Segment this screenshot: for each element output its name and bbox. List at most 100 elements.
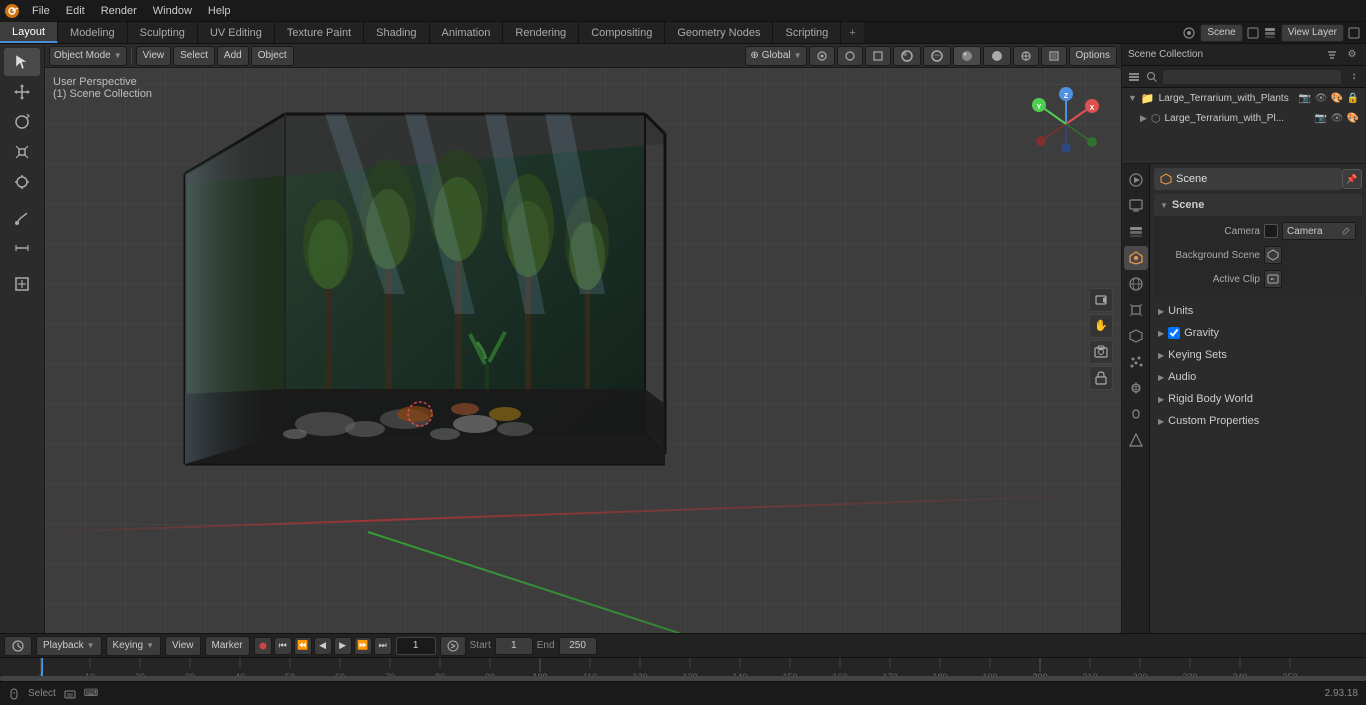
play-btn[interactable]: ▶ (334, 637, 352, 655)
prop-tab-world[interactable] (1124, 272, 1148, 296)
outliner-search-dropdown[interactable] (1126, 69, 1142, 85)
tool-move[interactable] (4, 78, 40, 106)
tool-rotate[interactable] (4, 108, 40, 136)
prop-tab-constraints[interactable] (1124, 402, 1148, 426)
outliner-item-0[interactable]: ▼ 📁 Large_Terrarium_with_Plants 📷 👁 🎨 🔒 (1122, 88, 1366, 108)
prop-tab-render[interactable] (1124, 168, 1148, 192)
frame-type-btn[interactable] (4, 636, 32, 656)
tab-sculpting[interactable]: Sculpting (128, 22, 198, 43)
jump-end-btn[interactable]: ⏭ (374, 637, 392, 655)
outliner-item-1[interactable]: ▶ ⬡ Large_Terrarium_with_Pl... 📷 👁 🎨 (1134, 108, 1366, 128)
prop-tab-modifier[interactable] (1124, 324, 1148, 348)
prop-tab-physics[interactable] (1124, 376, 1148, 400)
outliner-filter-icon[interactable] (1324, 47, 1340, 63)
view-layer-selector[interactable]: View Layer (1281, 24, 1344, 42)
tool-cursor[interactable] (4, 48, 40, 76)
timeline-scrollbar[interactable] (0, 676, 1366, 681)
camera-value[interactable]: Camera (1282, 222, 1356, 240)
tab-geometry-nodes[interactable]: Geometry Nodes (665, 22, 773, 43)
camera-action[interactable]: 📷 (1298, 93, 1312, 104)
scene-section-header[interactable]: ▼ Scene (1154, 194, 1362, 216)
lock-icon[interactable] (1089, 366, 1113, 390)
shading-eevee-btn[interactable] (983, 46, 1011, 66)
timeline-scrollbar-thumb[interactable] (0, 676, 1366, 681)
gravity-checkbox[interactable] (1168, 327, 1180, 339)
playback-btn[interactable]: Playback ▼ (36, 636, 102, 656)
outliner-settings-icon[interactable]: ⚙ (1344, 47, 1360, 63)
camera-action-2[interactable]: 📷 (1314, 113, 1328, 124)
viewport-view-btn[interactable]: View (136, 46, 172, 66)
hide-action[interactable]: 👁 (1314, 93, 1328, 104)
tool-add[interactable] (4, 270, 40, 298)
overlay-toggle[interactable] (1013, 46, 1039, 66)
timeline-ruler[interactable]: 1 10 20 30 40 50 60 70 80 90 100 110 (0, 657, 1366, 681)
menu-edit[interactable]: Edit (58, 0, 93, 21)
tab-shading[interactable]: Shading (364, 22, 429, 43)
camera-icon[interactable] (1089, 340, 1113, 364)
record-btn[interactable] (254, 637, 272, 655)
rigid-body-section[interactable]: ▶ Rigid Body World (1154, 388, 1362, 410)
render-action-2[interactable]: 🎨 (1346, 113, 1360, 124)
step-back-btn[interactable]: ⏪ (294, 637, 312, 655)
active-clip-icon-btn[interactable] (1264, 270, 1282, 288)
snap-btn[interactable] (809, 46, 835, 66)
camera-view-icon[interactable] (1089, 288, 1113, 312)
outliner-search-input[interactable] (1162, 69, 1342, 85)
transform-global-select[interactable]: ⊕ Global ▼ (745, 46, 806, 66)
hand-pan-icon[interactable]: ✋ (1089, 314, 1113, 338)
tab-scripting[interactable]: Scripting (773, 22, 841, 43)
units-section[interactable]: ▶ Units (1154, 300, 1362, 322)
viewport-select-btn[interactable]: Select (173, 46, 215, 66)
tool-scale[interactable] (4, 138, 40, 166)
navigation-gizmo[interactable]: Z X Y (1026, 84, 1106, 164)
prop-tab-particles[interactable] (1124, 350, 1148, 374)
viewport-object-btn[interactable]: Object (251, 46, 294, 66)
step-fwd-btn[interactable]: ⏩ (354, 637, 372, 655)
jump-start-btn[interactable]: ⏮ (274, 637, 292, 655)
render-action[interactable]: 🎨 (1330, 93, 1344, 104)
options-btn[interactable]: Options (1069, 46, 1117, 66)
scene-selector[interactable]: Scene (1200, 24, 1242, 42)
start-value[interactable]: 1 (495, 637, 533, 655)
tab-texture-paint[interactable]: Texture Paint (275, 22, 364, 43)
prop-tab-viewlayer[interactable] (1124, 220, 1148, 244)
audio-section[interactable]: ▶ Audio (1154, 366, 1362, 388)
prop-tab-output[interactable] (1124, 194, 1148, 218)
prop-tab-object[interactable] (1124, 298, 1148, 322)
bg-scene-icon-btn[interactable] (1264, 246, 1282, 264)
tool-transform[interactable] (4, 168, 40, 196)
proportional-edit-btn[interactable] (837, 46, 863, 66)
properties-options-btn[interactable]: 📌 (1342, 169, 1362, 189)
prop-tab-data[interactable] (1124, 428, 1148, 452)
prop-tab-scene[interactable] (1124, 246, 1148, 270)
outliner-sort-icon[interactable]: ↕ (1346, 69, 1362, 85)
shading-solid-btn[interactable] (893, 46, 921, 66)
viewport-add-btn[interactable]: Add (217, 46, 249, 66)
shading-material-btn[interactable] (923, 46, 951, 66)
tool-measure[interactable] (4, 234, 40, 262)
play-reverse-btn[interactable]: ◀ (314, 637, 332, 655)
menu-window[interactable]: Window (145, 0, 200, 21)
tab-rendering[interactable]: Rendering (503, 22, 579, 43)
gravity-section[interactable]: ▶ Gravity (1154, 322, 1362, 344)
tab-modeling[interactable]: Modeling (58, 22, 128, 43)
tab-animation[interactable]: Animation (430, 22, 504, 43)
keying-sets-section[interactable]: ▶ Keying Sets (1154, 344, 1362, 366)
start-icon-btn[interactable] (440, 636, 466, 656)
keying-btn[interactable]: Keying ▼ (106, 636, 162, 656)
custom-props-section[interactable]: ▶ Custom Properties (1154, 410, 1362, 432)
hide-action-2[interactable]: 👁 (1330, 113, 1344, 124)
view-btn[interactable]: View (165, 636, 201, 656)
lock-action[interactable]: 🔒 (1346, 93, 1360, 104)
current-frame-display[interactable]: 1 (396, 637, 436, 655)
viewport-mode-select[interactable]: Object Mode ▼ (49, 46, 127, 66)
marker-btn[interactable]: Marker (205, 636, 250, 656)
snap-to-btn[interactable] (865, 46, 891, 66)
menu-render[interactable]: Render (93, 0, 145, 21)
menu-help[interactable]: Help (200, 0, 239, 21)
tab-compositing[interactable]: Compositing (579, 22, 665, 43)
menu-file[interactable]: File (24, 0, 58, 21)
tool-annotate[interactable] (4, 204, 40, 232)
tab-uv-editing[interactable]: UV Editing (198, 22, 275, 43)
end-value[interactable]: 250 (559, 637, 597, 655)
